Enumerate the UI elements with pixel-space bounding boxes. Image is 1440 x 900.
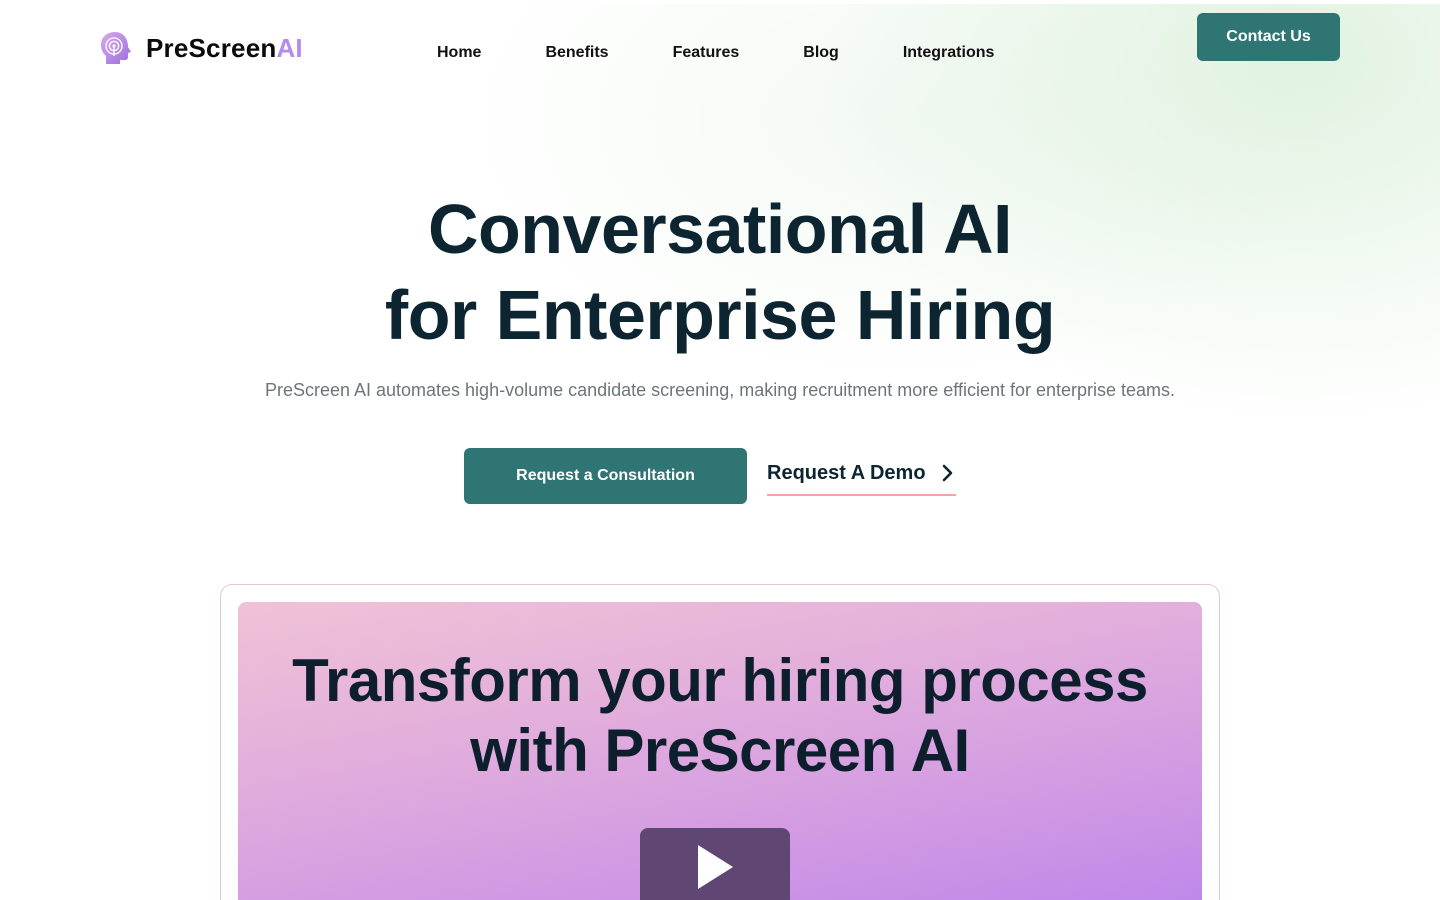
logo-text-primary: PreScreen — [146, 32, 277, 63]
logo[interactable]: PreScreenAI — [98, 28, 303, 68]
nav-benefits[interactable]: Benefits — [545, 44, 608, 62]
nav-integrations[interactable]: Integrations — [903, 44, 995, 62]
request-demo-link[interactable]: Request A Demo — [767, 458, 956, 496]
hero-title-line-2: for Enterprise Hiring — [384, 276, 1056, 354]
video-title-line-2: with PreScreen AI — [470, 717, 970, 784]
play-button[interactable] — [640, 828, 790, 900]
video-title: Transform your hiring process with PreSc… — [238, 646, 1202, 786]
logo-text-accent: AI — [276, 32, 303, 63]
nav-home[interactable]: Home — [437, 44, 481, 62]
hero-subtitle: PreScreen AI automates high-volume candi… — [264, 380, 1176, 400]
head-signal-icon — [101, 32, 131, 64]
nav-features[interactable]: Features — [673, 44, 740, 62]
logo-text: PreScreenAI — [146, 33, 303, 64]
main-nav: Home Benefits Features Blog Integrations — [437, 44, 994, 62]
request-demo-label: Request A Demo — [767, 461, 926, 484]
chevron-right-icon — [942, 464, 953, 482]
contact-us-button[interactable]: Contact Us — [1197, 13, 1340, 61]
nav-blog[interactable]: Blog — [803, 44, 839, 62]
video-title-line-1: Transform your hiring process — [292, 647, 1148, 714]
request-consultation-button[interactable]: Request a Consultation — [464, 448, 747, 504]
hero-title: Conversational AI for Enterprise Hiring — [0, 186, 1440, 358]
site-header: PreScreenAI Home Benefits Features Blog … — [0, 0, 1440, 100]
video-panel[interactable]: Transform your hiring process with PreSc… — [238, 602, 1202, 900]
play-icon — [698, 845, 733, 889]
video-frame: Transform your hiring process with PreSc… — [220, 584, 1220, 900]
hero-title-line-1: Conversational AI — [427, 190, 1013, 268]
